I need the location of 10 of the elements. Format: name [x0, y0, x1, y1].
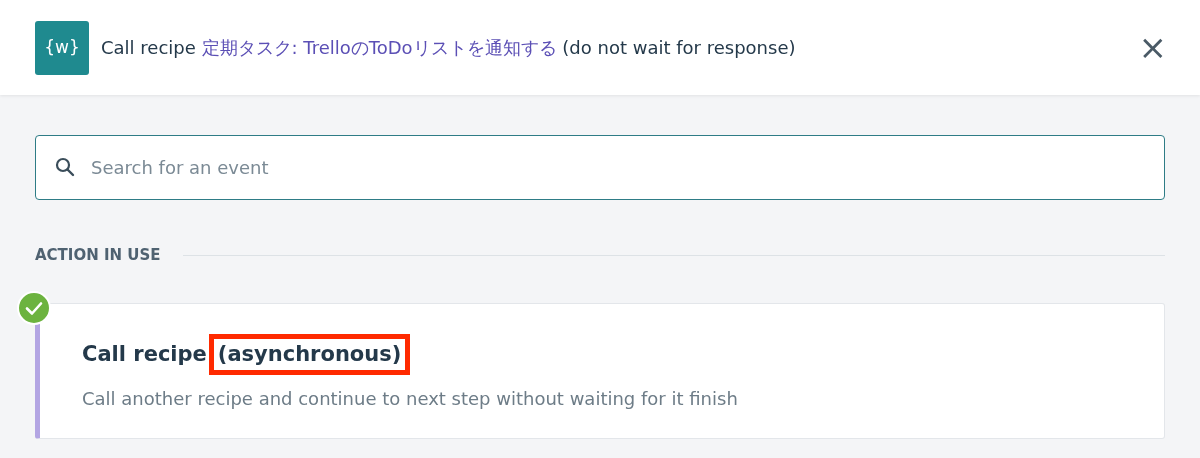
action-description: Call another recipe and continue to next step without waiting for it finish: [82, 387, 739, 411]
close-button[interactable]: ×: [1134, 29, 1171, 64]
highlight-box: (asynchronous): [208, 333, 411, 375]
recipe-link[interactable]: 定期タスク: TrelloのToDoリストを通知する: [201, 37, 557, 58]
section-label: ACTION IN USE: [35, 245, 161, 266]
action-card[interactable]: Call recipe (asynchronous) Call another recipe and continue to next step without waiting for it finish: [35, 302, 1165, 439]
modal-title: Call recipe 定期タスク: TrelloのToDoリストを通知する (do not wait for response): [101, 36, 796, 60]
action-title: Call recipe: [82, 340, 207, 368]
search-field[interactable]: Search for an event: [35, 135, 1165, 200]
app-logo: {w}: [35, 20, 89, 75]
